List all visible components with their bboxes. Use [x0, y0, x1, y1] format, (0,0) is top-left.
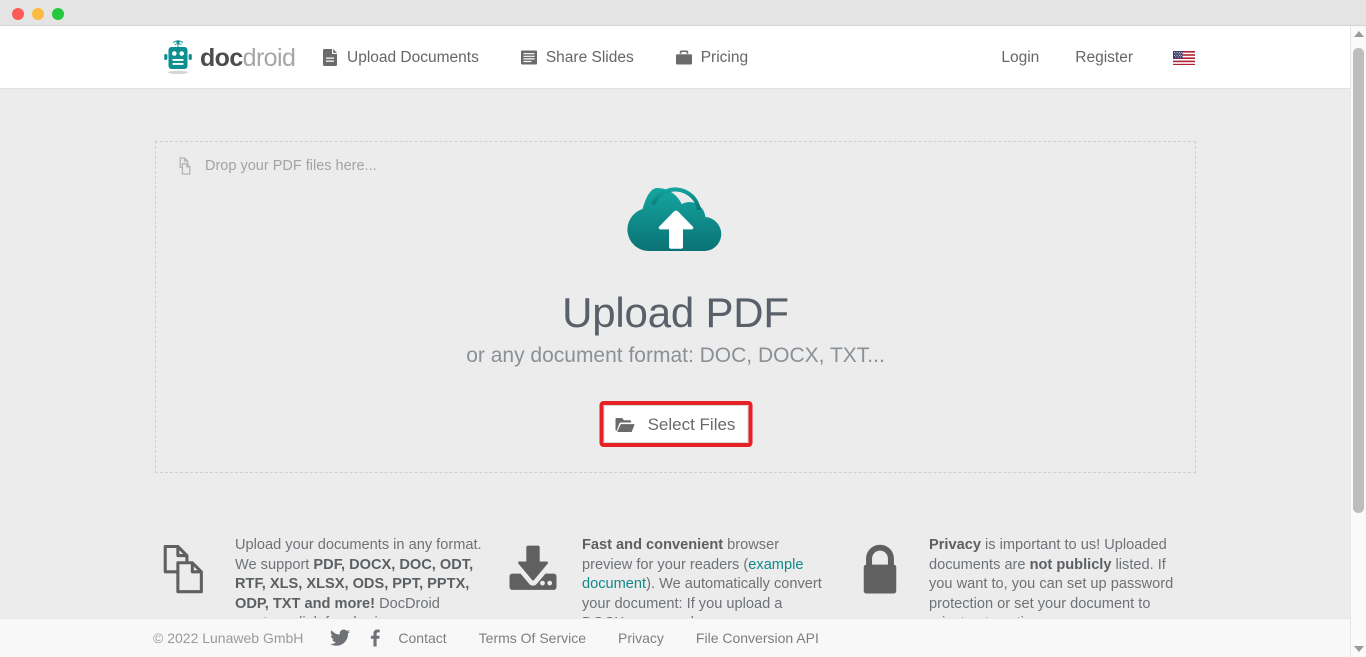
- page-viewport: docdroid Upload Documents Share Slides P…: [0, 26, 1350, 657]
- window-titlebar: [0, 0, 1366, 26]
- nav-label: Share Slides: [545, 48, 634, 66]
- drop-hint-label: Drop your PDF files here...: [205, 158, 377, 174]
- login-link[interactable]: Login: [983, 26, 1057, 89]
- facebook-icon[interactable]: [364, 629, 384, 647]
- footer-link-contact[interactable]: Contact: [398, 630, 446, 646]
- feature-seg-bold: Fast and convenient: [582, 537, 724, 553]
- feature-text: Fast and convenient browser preview for …: [582, 536, 831, 626]
- nav-label: Pricing: [700, 48, 749, 66]
- us-flag-icon[interactable]: [1173, 50, 1195, 65]
- minimize-window-button[interactable]: [32, 8, 44, 20]
- footer-link-terms[interactable]: Terms Of Service: [479, 630, 586, 646]
- twitter-icon[interactable]: [330, 629, 351, 647]
- copy-files-icon: [176, 157, 193, 175]
- feature-privacy: Privacy is important to us! Uploaded doc…: [849, 536, 1196, 626]
- brand-name-primary: doc: [200, 43, 243, 72]
- lock-icon: [849, 536, 911, 598]
- maximize-window-button[interactable]: [52, 8, 64, 20]
- scroll-down-arrow[interactable]: [1351, 641, 1366, 657]
- browser-window: docdroid Upload Documents Share Slides P…: [0, 0, 1366, 657]
- select-files-label: Select Files: [647, 414, 736, 434]
- site-header: docdroid Upload Documents Share Slides P…: [0, 26, 1350, 89]
- brand-name-secondary: droid: [242, 43, 296, 72]
- feature-preview: Fast and convenient browser preview for …: [502, 536, 849, 626]
- feature-formats: Upload your documents in any format. We …: [155, 536, 502, 626]
- page-title: Upload PDF: [562, 289, 789, 336]
- footer-link-file-conversion-api[interactable]: File Conversion API: [696, 630, 819, 646]
- briefcase-icon: [675, 49, 692, 66]
- vertical-scrollbar[interactable]: [1350, 26, 1366, 657]
- page-subtitle: or any document format: DOC, DOCX, TXT..…: [466, 344, 885, 367]
- feature-text: Privacy is important to us! Uploaded doc…: [929, 536, 1178, 626]
- nav-upload-documents[interactable]: Upload Documents: [318, 26, 500, 89]
- feature-seg-bold: not publicly: [1029, 556, 1112, 573]
- copyright-text: © 2022 Lunaweb GmbH: [153, 630, 304, 646]
- window-controls: [12, 8, 64, 20]
- select-files-button[interactable]: Select Files: [603, 405, 748, 443]
- features-row: Upload your documents in any format. We …: [155, 536, 1196, 626]
- folder-open-icon: [615, 417, 635, 432]
- register-link[interactable]: Register: [1057, 26, 1151, 89]
- document-icon: [322, 49, 338, 66]
- robot-logo-icon: [163, 40, 193, 76]
- main-navigation: Upload Documents Share Slides Pricing: [318, 26, 769, 89]
- select-files-highlight: Select Files: [599, 401, 752, 447]
- account-navigation: Login Register: [983, 26, 1195, 89]
- nav-label: Upload Documents: [347, 48, 479, 66]
- documents-stack-icon: [155, 536, 217, 598]
- cloud-upload-icon: [156, 178, 1195, 266]
- feature-text: Upload your documents in any format. We …: [235, 536, 484, 626]
- footer-link-privacy[interactable]: Privacy: [618, 630, 664, 646]
- scroll-thumb[interactable]: [1353, 48, 1364, 513]
- nav-share-slides[interactable]: Share Slides: [500, 26, 655, 89]
- slides-icon: [520, 49, 537, 66]
- feature-seg-bold: Privacy: [929, 537, 981, 553]
- site-footer: © 2022 Lunaweb GmbH Contact Terms Of Ser…: [0, 618, 1350, 657]
- pdf-dropzone[interactable]: Drop your PDF files here... Upload PDF o…: [155, 141, 1196, 473]
- nav-pricing[interactable]: Pricing: [655, 26, 769, 89]
- close-window-button[interactable]: [12, 8, 24, 20]
- brand-logo-link[interactable]: docdroid: [163, 40, 296, 76]
- download-drive-icon: [502, 536, 564, 598]
- drop-hint: Drop your PDF files here...: [176, 157, 377, 175]
- scroll-up-arrow[interactable]: [1351, 26, 1366, 42]
